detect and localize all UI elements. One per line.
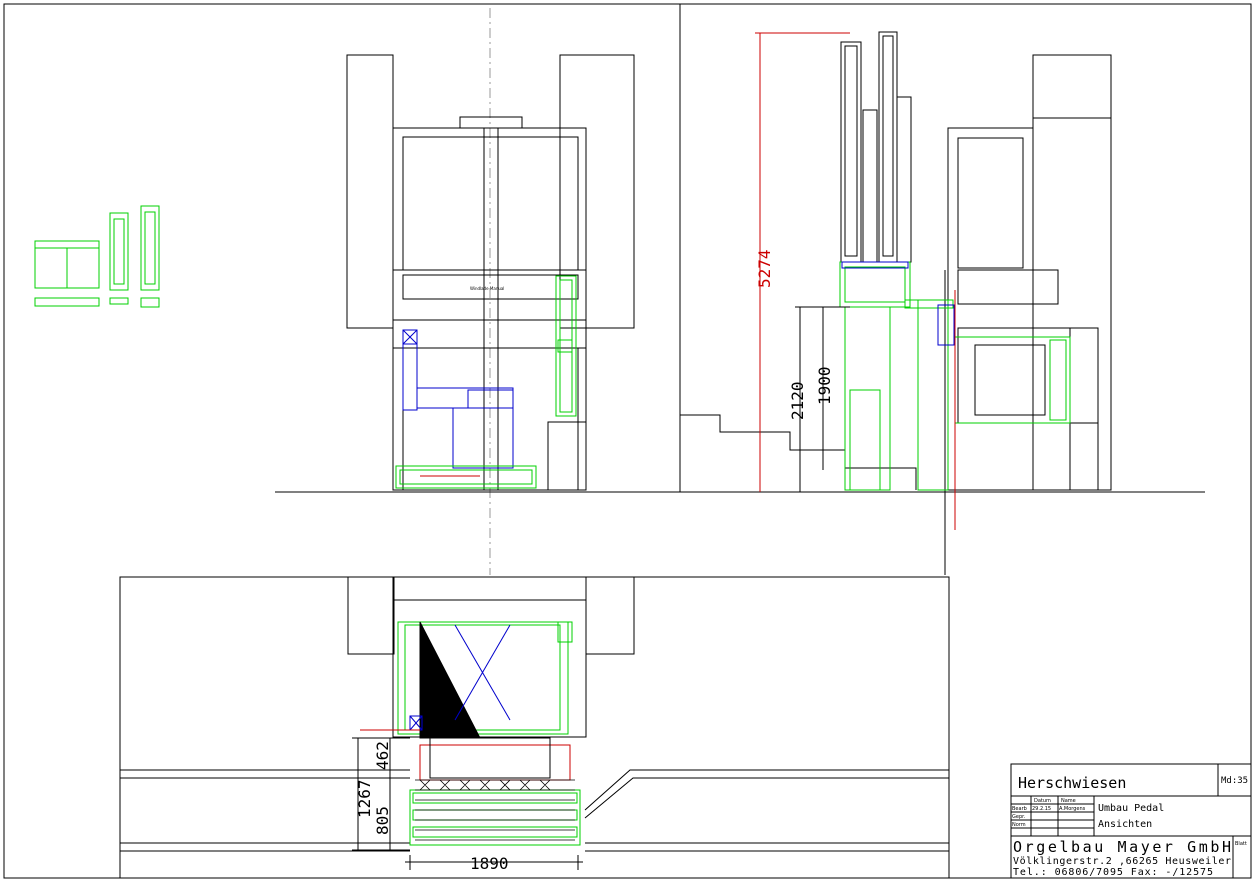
title-row-gepr-label: Gepr. — [1012, 814, 1026, 820]
title-row-bearb-datum: 29.2.15 — [1032, 806, 1051, 812]
title-scale: Md:35 — [1221, 776, 1248, 786]
dim-height-b: 1900 — [815, 366, 834, 405]
plan-view-keys — [419, 621, 571, 781]
title-row-bearb-label: Bearb — [1012, 806, 1027, 812]
front-view-green — [395, 275, 577, 489]
dim-depth-a: 462 — [373, 741, 392, 770]
front-view — [275, 8, 680, 575]
organ-cad-drawing: 5274 2120 1900 1267 462 805 1890 Windlad… — [3, 3, 1252, 879]
title-address: Völklingerstr.2 ,66265 Heusweiler — [1013, 856, 1231, 867]
title-phone: Tel.: 06806/7095 Fax: -/12575 — [1013, 867, 1213, 878]
title-sheet-label: Blatt — [1235, 841, 1247, 847]
title-header-name: Name — [1061, 798, 1076, 804]
dim-overall-height: 5274 — [755, 249, 774, 288]
drawing-frame — [3, 3, 1252, 879]
dim-height-a: 2120 — [788, 381, 807, 420]
plan-view-lattice — [415, 779, 575, 841]
dim-width: 1890 — [470, 854, 509, 873]
title-company: Orgelbau Mayer GmbH — [1013, 838, 1231, 856]
side-view — [680, 31, 1205, 575]
front-view-pipes — [402, 329, 514, 469]
small-detail-views — [34, 205, 160, 308]
front-panel-label: Windlade Manual — [470, 286, 504, 291]
title-project: Herschwiesen — [1018, 774, 1126, 792]
side-view-dimensions — [755, 32, 956, 530]
title-description-1: Umbau Pedal — [1098, 803, 1164, 814]
title-row-bearb-name: A.Morgens — [1059, 806, 1086, 812]
title-header-datum: Datum — [1034, 798, 1051, 804]
side-view-blue — [841, 261, 955, 346]
dim-depth-b: 805 — [373, 806, 392, 835]
dim-depth-total: 1267 — [355, 779, 374, 818]
title-description-2: Ansichten — [1098, 819, 1152, 830]
title-row-norm-label: Norm — [1012, 822, 1026, 828]
